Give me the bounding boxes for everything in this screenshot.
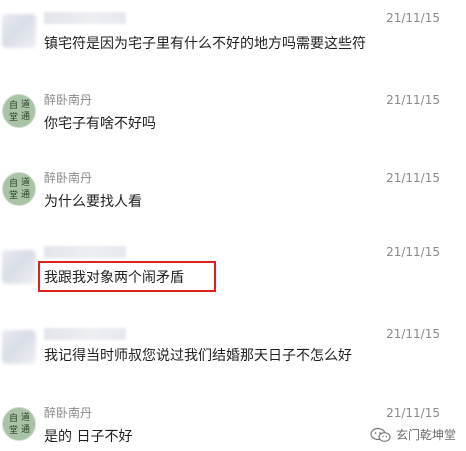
chat-history: 21/11/15 镇宅符是因为宅子里有什么不好的地方吗需要这些符 自 道 堂 通… bbox=[0, 0, 466, 451]
message-text: 为什么要找人看 bbox=[44, 194, 142, 210]
message-text: 我记得当时师叔您说过我们结婚那天日子不怎么好 bbox=[44, 348, 352, 364]
sender-name: 醉卧南丹 bbox=[44, 406, 93, 420]
seal-char: 道 bbox=[21, 100, 31, 110]
seal-logo: 自 道 堂 通 bbox=[3, 408, 35, 440]
sender-name: 醉卧南丹 bbox=[44, 93, 93, 107]
seal-logo: 自 道 堂 通 bbox=[3, 173, 35, 205]
seal-char: 道 bbox=[21, 178, 31, 188]
seal-char: 通 bbox=[21, 425, 31, 435]
watermark-text: 玄门乾坤堂 bbox=[395, 428, 456, 442]
sender-name bbox=[44, 246, 126, 258]
message-text: 是的 日子不好 bbox=[44, 429, 133, 445]
message-time: 21/11/15 bbox=[386, 11, 440, 25]
seal-char: 自 bbox=[9, 179, 19, 189]
seal-char: 堂 bbox=[9, 191, 19, 201]
sender-name bbox=[44, 12, 126, 24]
seal-logo: 自 道 堂 通 bbox=[3, 95, 35, 127]
message-text: 你宅子有啥不好吗 bbox=[44, 116, 156, 132]
message-time: 21/11/15 bbox=[386, 93, 440, 107]
highlight-box bbox=[38, 261, 216, 292]
seal-char: 自 bbox=[9, 414, 19, 424]
avatar bbox=[2, 14, 36, 48]
seal-char: 道 bbox=[21, 413, 31, 423]
message-time: 21/11/15 bbox=[386, 171, 440, 185]
avatar bbox=[2, 250, 36, 284]
message-text: 镇宅符是因为宅子里有什么不好的地方吗需要这些符 bbox=[44, 36, 366, 52]
watermark: 玄门乾坤堂 bbox=[370, 426, 456, 443]
seal-char: 堂 bbox=[9, 426, 19, 436]
seal-char: 自 bbox=[9, 101, 19, 111]
avatar: 自 道 堂 通 bbox=[2, 94, 36, 128]
avatar bbox=[2, 330, 36, 364]
seal-char: 通 bbox=[21, 112, 31, 122]
wechat-icon bbox=[370, 427, 391, 442]
message-time: 21/11/15 bbox=[386, 245, 440, 259]
sender-name: 醉卧南丹 bbox=[44, 171, 93, 185]
message-time: 21/11/15 bbox=[386, 327, 440, 341]
sender-name bbox=[44, 328, 126, 340]
avatar: 自 道 堂 通 bbox=[2, 407, 36, 441]
seal-char: 通 bbox=[21, 190, 31, 200]
avatar: 自 道 堂 通 bbox=[2, 172, 36, 206]
seal-char: 堂 bbox=[9, 113, 19, 123]
message-time: 21/11/15 bbox=[386, 406, 440, 420]
